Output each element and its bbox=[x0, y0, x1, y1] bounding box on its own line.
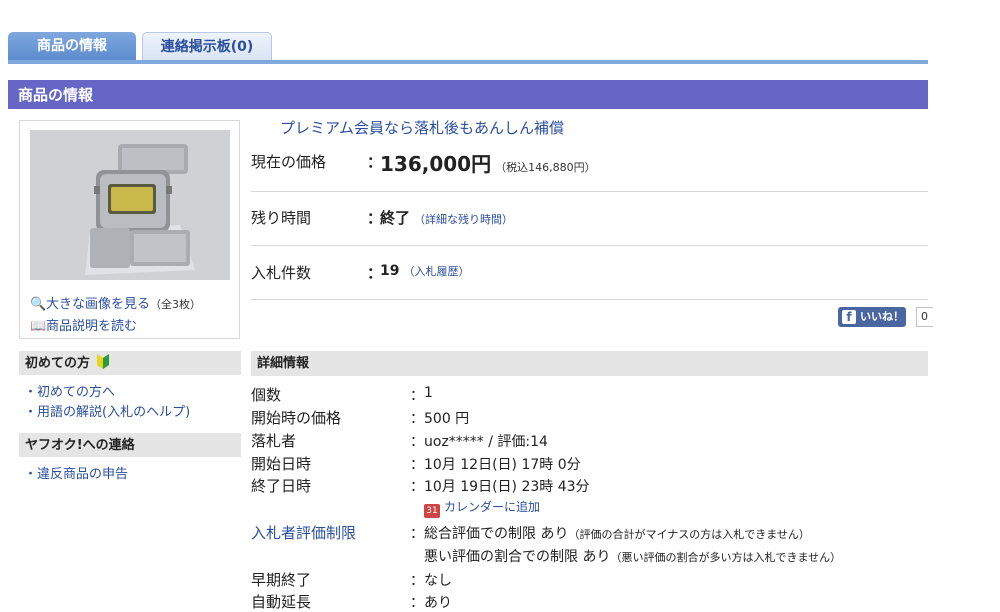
details-header: 詳細情報 bbox=[251, 351, 928, 376]
price-label: 現在の価格 bbox=[251, 153, 327, 171]
divider bbox=[251, 299, 928, 300]
divider bbox=[251, 191, 928, 192]
detail-colon: ： bbox=[410, 526, 424, 542]
start-date-label: 開始日時 bbox=[251, 455, 312, 473]
facebook-icon: f bbox=[842, 310, 856, 324]
price-tax-note: （税込146,880円） bbox=[495, 161, 596, 174]
detail-colon: ： bbox=[410, 434, 424, 450]
view-large-image-link[interactable]: 🔍大きな画像を見る（全3枚） bbox=[30, 293, 201, 312]
quantity-label: 個数 bbox=[251, 386, 282, 404]
bidder-restriction-label[interactable]: 入札者評価制限 bbox=[251, 522, 356, 543]
bid-count-label: 入札件数 bbox=[251, 264, 312, 282]
image-count: （全3枚） bbox=[150, 298, 202, 311]
sidebar-beginners-title: 初めての方 bbox=[25, 356, 91, 371]
detail-colon: ： bbox=[410, 388, 424, 404]
watch-photo-illustration bbox=[30, 130, 230, 280]
early-end-label: 早期終了 bbox=[251, 571, 312, 589]
auto-extend-value: あり bbox=[424, 595, 452, 611]
detail-colon: ： bbox=[410, 457, 424, 473]
sidebar-contact-header: ヤフオク!への連絡 bbox=[19, 433, 241, 457]
detail-colon: ： bbox=[410, 595, 424, 611]
facebook-like-count: 0 bbox=[916, 307, 933, 327]
tab-underline bbox=[8, 60, 928, 64]
price-value: 136,000円 bbox=[380, 152, 492, 176]
bid-count-value: 19 bbox=[380, 263, 400, 279]
restriction-bad-value: 悪い評価の割合での制限 あり bbox=[424, 549, 611, 565]
sidebar-beginners-header: 初めての方 bbox=[19, 351, 241, 375]
winner-value: uoz***** / 評価:14 bbox=[424, 434, 548, 450]
premium-promo-link[interactable]: プレミアム会員なら落札後もあんしん補償 bbox=[280, 117, 564, 138]
start-date-value: 10月 12日(日) 17時 0分 bbox=[424, 457, 581, 473]
remaining-detail-link[interactable]: （詳細な残り時間） bbox=[414, 213, 513, 226]
bid-history-link[interactable]: （入札履歴） bbox=[403, 265, 469, 278]
early-end-value: なし bbox=[424, 573, 452, 589]
winner-label: 落札者 bbox=[251, 432, 297, 450]
detail-colon: ： bbox=[410, 573, 424, 589]
start-price-label: 開始時の価格 bbox=[251, 409, 342, 427]
magnifier-icon: 🔍 bbox=[30, 297, 47, 312]
section-title: 商品の情報 bbox=[8, 80, 928, 109]
restriction-bad-note: （悪い評価の割合が多い方は入札できません） bbox=[610, 551, 842, 564]
read-description-label[interactable]: 商品説明を読む bbox=[46, 319, 137, 334]
sidebar-item-beginners-guide[interactable]: ・初めての方へ bbox=[24, 381, 115, 400]
start-price-value: 500 円 bbox=[424, 411, 470, 427]
restriction-total-note: （評価の合計がマイナスの方は入札できません） bbox=[568, 528, 810, 541]
current-price: 136,000円 （税込146,880円） bbox=[380, 148, 596, 177]
view-large-label[interactable]: 大きな画像を見る bbox=[46, 297, 150, 312]
restriction-total-value: 総合評価での制限 あり bbox=[424, 526, 569, 542]
quantity-value: 1 bbox=[424, 385, 433, 401]
read-description-link[interactable]: 📖商品説明を読む bbox=[30, 315, 137, 334]
sidebar-item-glossary[interactable]: ・用語の解説(入札のヘルプ) bbox=[24, 401, 190, 420]
add-to-calendar-label[interactable]: カレンダーに追加 bbox=[444, 500, 540, 514]
tab-item-info[interactable]: 商品の情報 bbox=[8, 32, 136, 60]
detail-colon: ： bbox=[410, 411, 424, 427]
item-image-box: 🔍大きな画像を見る（全3枚） 📖商品説明を読む bbox=[19, 120, 240, 339]
bidder-restriction-total: 総合評価での制限 あり（評価の合計がマイナスの方は入札できません） bbox=[424, 523, 810, 543]
auto-extend-label: 自動延長 bbox=[251, 593, 312, 611]
sidebar-item-report-violation[interactable]: ・違反商品の申告 bbox=[24, 463, 128, 482]
bid-count: 19 （入札履歴） bbox=[380, 263, 469, 279]
remaining-time: 終了 （詳細な残り時間） bbox=[380, 207, 513, 228]
tab-message-board[interactable]: 連絡掲示板(0) bbox=[142, 32, 272, 60]
item-photo[interactable] bbox=[30, 130, 230, 280]
bidder-restriction-bad-ratio: 悪い評価の割合での制限 あり（悪い評価の割合が多い方は入札できません） bbox=[424, 546, 841, 566]
end-date-value: 10月 19日(日) 23時 43分 bbox=[424, 479, 590, 495]
calendar-icon: 31 bbox=[424, 504, 440, 518]
beginner-mark-icon bbox=[96, 354, 109, 369]
add-to-calendar-link[interactable]: 31 カレンダーに追加 bbox=[424, 498, 540, 518]
facebook-like-label: いいね！ bbox=[860, 310, 904, 323]
detail-colon: ： bbox=[410, 479, 424, 495]
divider bbox=[251, 245, 928, 246]
end-date-label: 終了日時 bbox=[251, 477, 312, 495]
facebook-like-button[interactable]: f いいね！ bbox=[838, 307, 906, 327]
remaining-time-value: 終了 bbox=[380, 209, 411, 227]
remaining-time-label: 残り時間 bbox=[251, 209, 312, 227]
book-icon: 📖 bbox=[30, 319, 47, 334]
